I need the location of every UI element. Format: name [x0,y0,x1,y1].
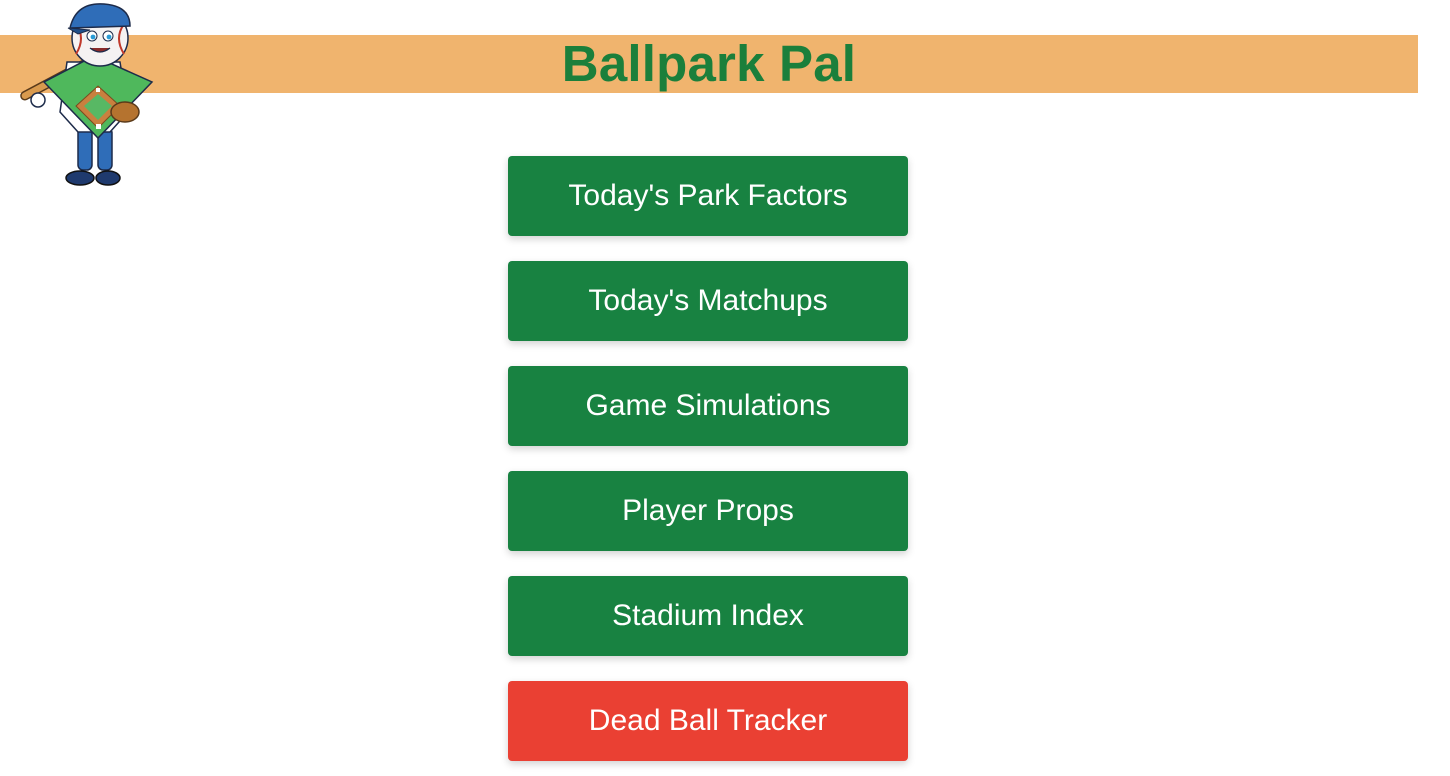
dead-ball-tracker-button[interactable]: Dead Ball Tracker [508,681,908,761]
stadium-index-button[interactable]: Stadium Index [508,576,908,656]
player-props-button[interactable]: Player Props [508,471,908,551]
page: Ballpark Pal Today's Park Factors Today'… [0,0,1450,776]
game-simulations-button[interactable]: Game Simulations [508,366,908,446]
todays-matchups-button[interactable]: Today's Matchups [508,261,908,341]
todays-park-factors-button[interactable]: Today's Park Factors [508,156,908,236]
main-nav-menu: Today's Park Factors Today's Matchups Ga… [508,156,908,776]
site-title: Ballpark Pal [561,35,857,92]
baseball-mascot-logo-icon[interactable] [12,0,162,195]
